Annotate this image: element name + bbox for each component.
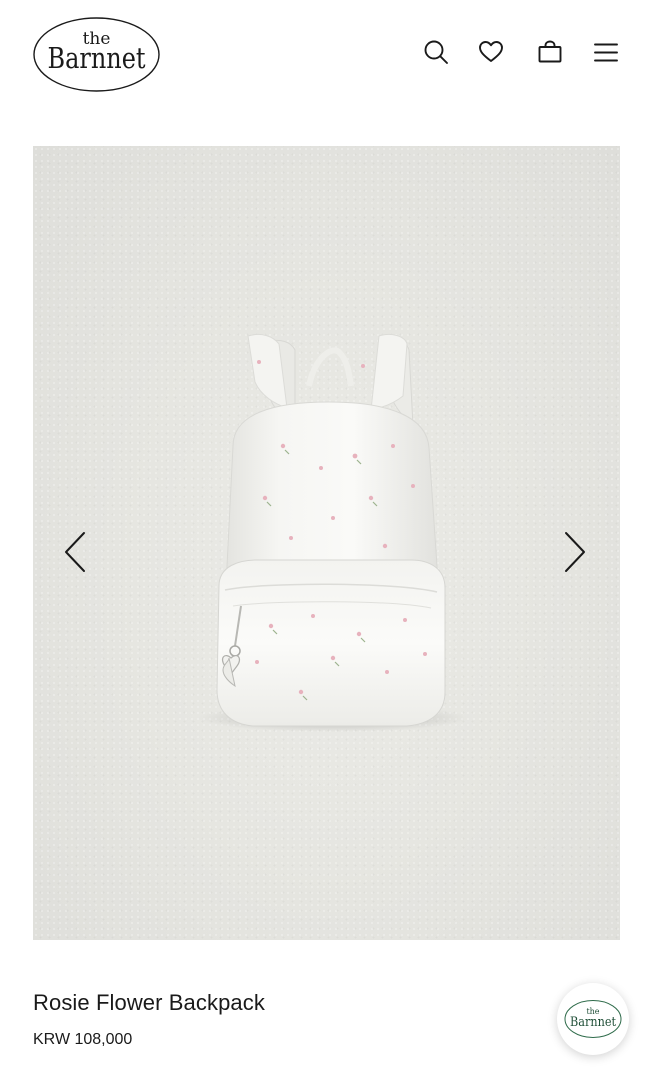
barnnet-logo-icon: the Barnnet: [564, 1000, 622, 1038]
menu-icon: [594, 43, 618, 62]
site-header: the Barnnet: [0, 0, 654, 110]
product-price: KRW 108,000: [33, 1031, 133, 1048]
menu-button[interactable]: [590, 36, 622, 68]
product-title: Rosie Flower Backpack: [33, 990, 265, 1015]
chevron-left-icon: [65, 532, 85, 572]
search-icon: [424, 40, 448, 64]
gallery-next-button[interactable]: [555, 526, 595, 578]
chat-button[interactable]: the Barnnet: [557, 983, 629, 1055]
heart-icon: [479, 41, 503, 62]
brand-logo-main-text: Barnnet: [48, 41, 146, 75]
cart-button[interactable]: [534, 36, 566, 68]
product-gallery[interactable]: [33, 146, 620, 940]
brand-logo-mark: the Barnnet: [33, 17, 160, 92]
search-button[interactable]: [420, 36, 452, 68]
brand-logo[interactable]: the Barnnet: [33, 17, 160, 92]
bag-icon: [538, 40, 562, 63]
gallery-prev-button[interactable]: [55, 526, 95, 578]
fab-logo-main-text: Barnnet: [570, 1015, 617, 1030]
chevron-right-icon: [565, 532, 585, 572]
product-image: [198, 333, 468, 732]
wishlist-button[interactable]: [475, 36, 507, 68]
